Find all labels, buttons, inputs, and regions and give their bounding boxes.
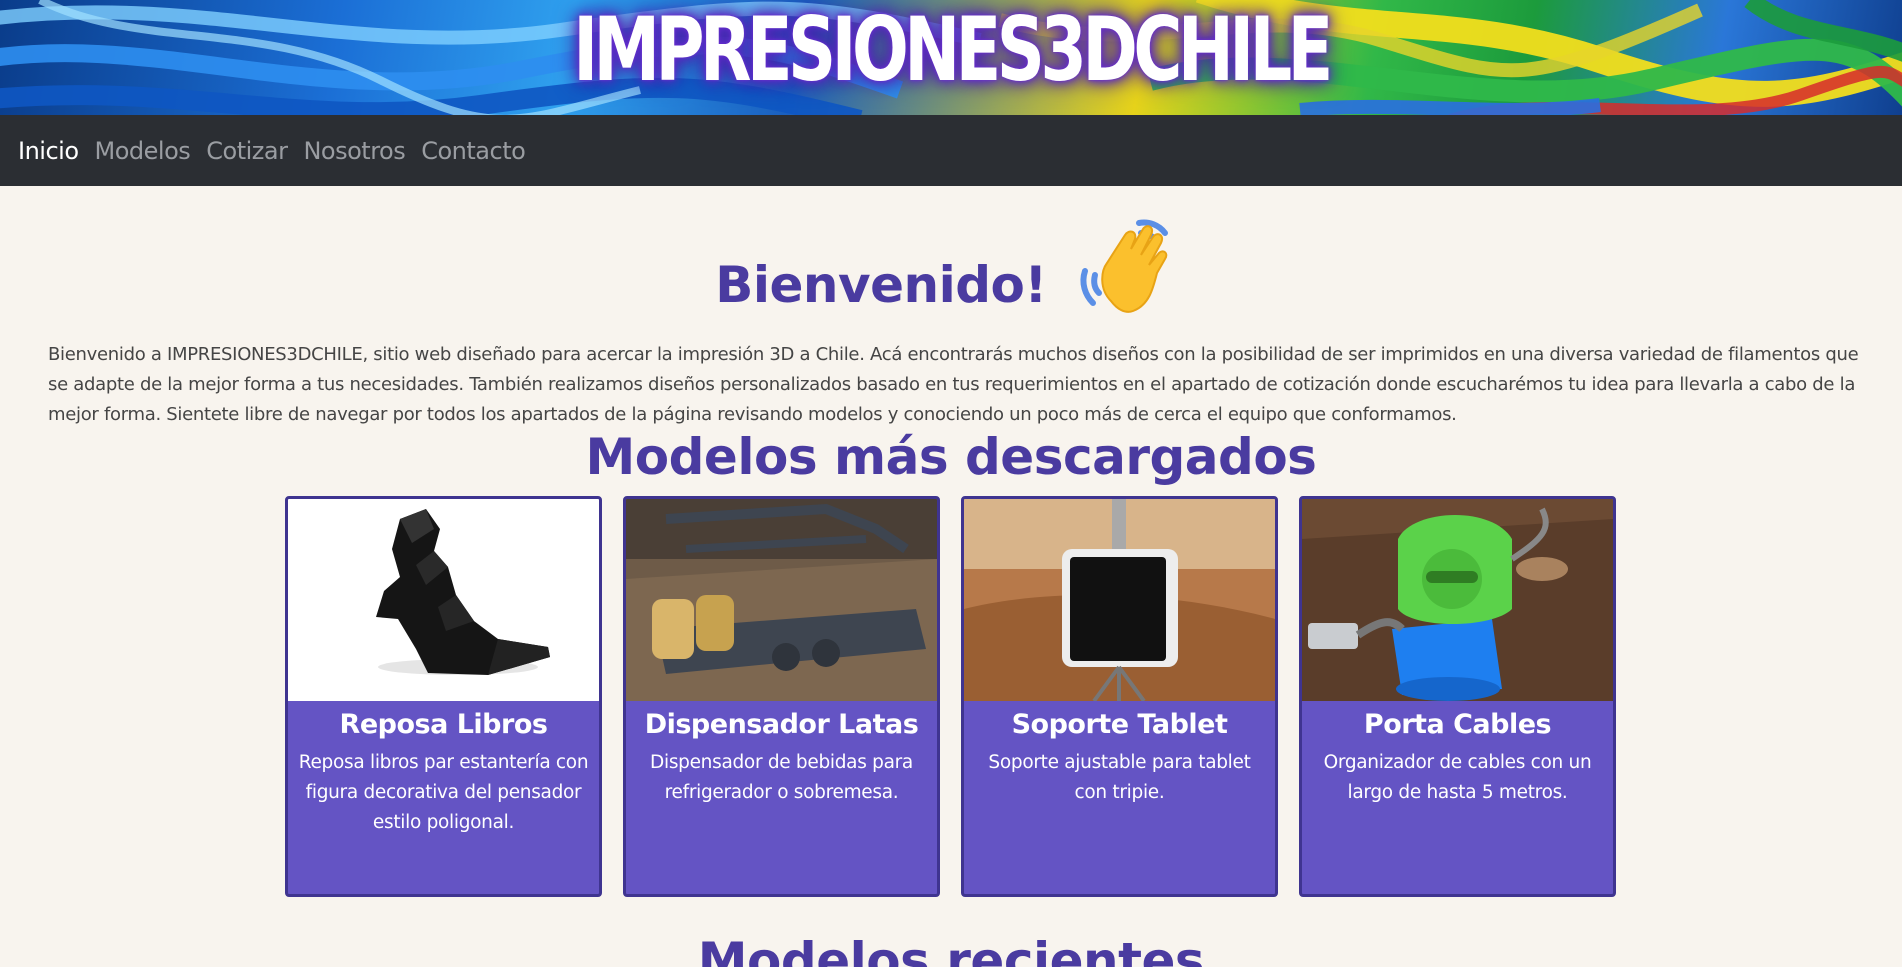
soporte-tablet-image (964, 499, 1275, 701)
most-downloaded-title: Modelos más descargados (585, 428, 1317, 486)
nav-item-nosotros[interactable]: Nosotros (303, 137, 405, 165)
card-title: Porta Cables (1363, 709, 1552, 740)
reposa-libros-image (288, 499, 599, 701)
model-card-porta-cables[interactable]: Porta Cables Organizador de cables con u… (1299, 496, 1616, 897)
main-navbar: Inicio Modelos Cotizar Nosotros Contacto (0, 115, 1902, 186)
recent-models-title: Modelos recientes (697, 932, 1205, 967)
header-banner: IMPRESIONES3DCHILE (0, 0, 1902, 115)
nav-item-contacto[interactable]: Contacto (421, 137, 526, 165)
card-title: Soporte Tablet (1011, 709, 1228, 740)
card-description: Organizador de cables con un largo de ha… (1323, 752, 1592, 803)
nav-item-inicio[interactable]: Inicio (18, 137, 79, 165)
site-brand[interactable]: IMPRESIONES3DCHILE (228, 2, 1674, 98)
card-description: Dispensador de bebidas para refrigerador… (650, 752, 913, 803)
welcome-title: Bienvenido! (715, 256, 1047, 314)
dispensador-latas-image (626, 499, 937, 701)
nav-item-modelos[interactable]: Modelos (95, 137, 191, 165)
welcome-heading-row: Bienvenido! (0, 215, 1902, 325)
nav-item-cotizar[interactable]: Cotizar (206, 137, 288, 165)
card-description: Reposa libros par estantería con figura … (298, 752, 589, 833)
card-title: Reposa Libros (339, 709, 548, 740)
waving-hand-icon (1080, 219, 1168, 313)
card-description: Soporte ajustable para tablet con tripie… (988, 752, 1251, 803)
model-cards: Reposa Libros Reposa libros par estanter… (285, 496, 1616, 897)
intro-paragraph: Bienvenido a IMPRESIONES3DCHILE, sitio w… (48, 344, 1859, 425)
model-card-soporte-tablet[interactable]: Soporte Tablet Soporte ajustable para ta… (961, 496, 1278, 897)
card-title: Dispensador Latas (644, 709, 919, 740)
porta-cables-image (1302, 499, 1613, 701)
model-card-reposa-libros[interactable]: Reposa Libros Reposa libros par estanter… (285, 496, 602, 897)
model-card-dispensador-latas[interactable]: Dispensador Latas Dispensador de bebidas… (623, 496, 940, 897)
